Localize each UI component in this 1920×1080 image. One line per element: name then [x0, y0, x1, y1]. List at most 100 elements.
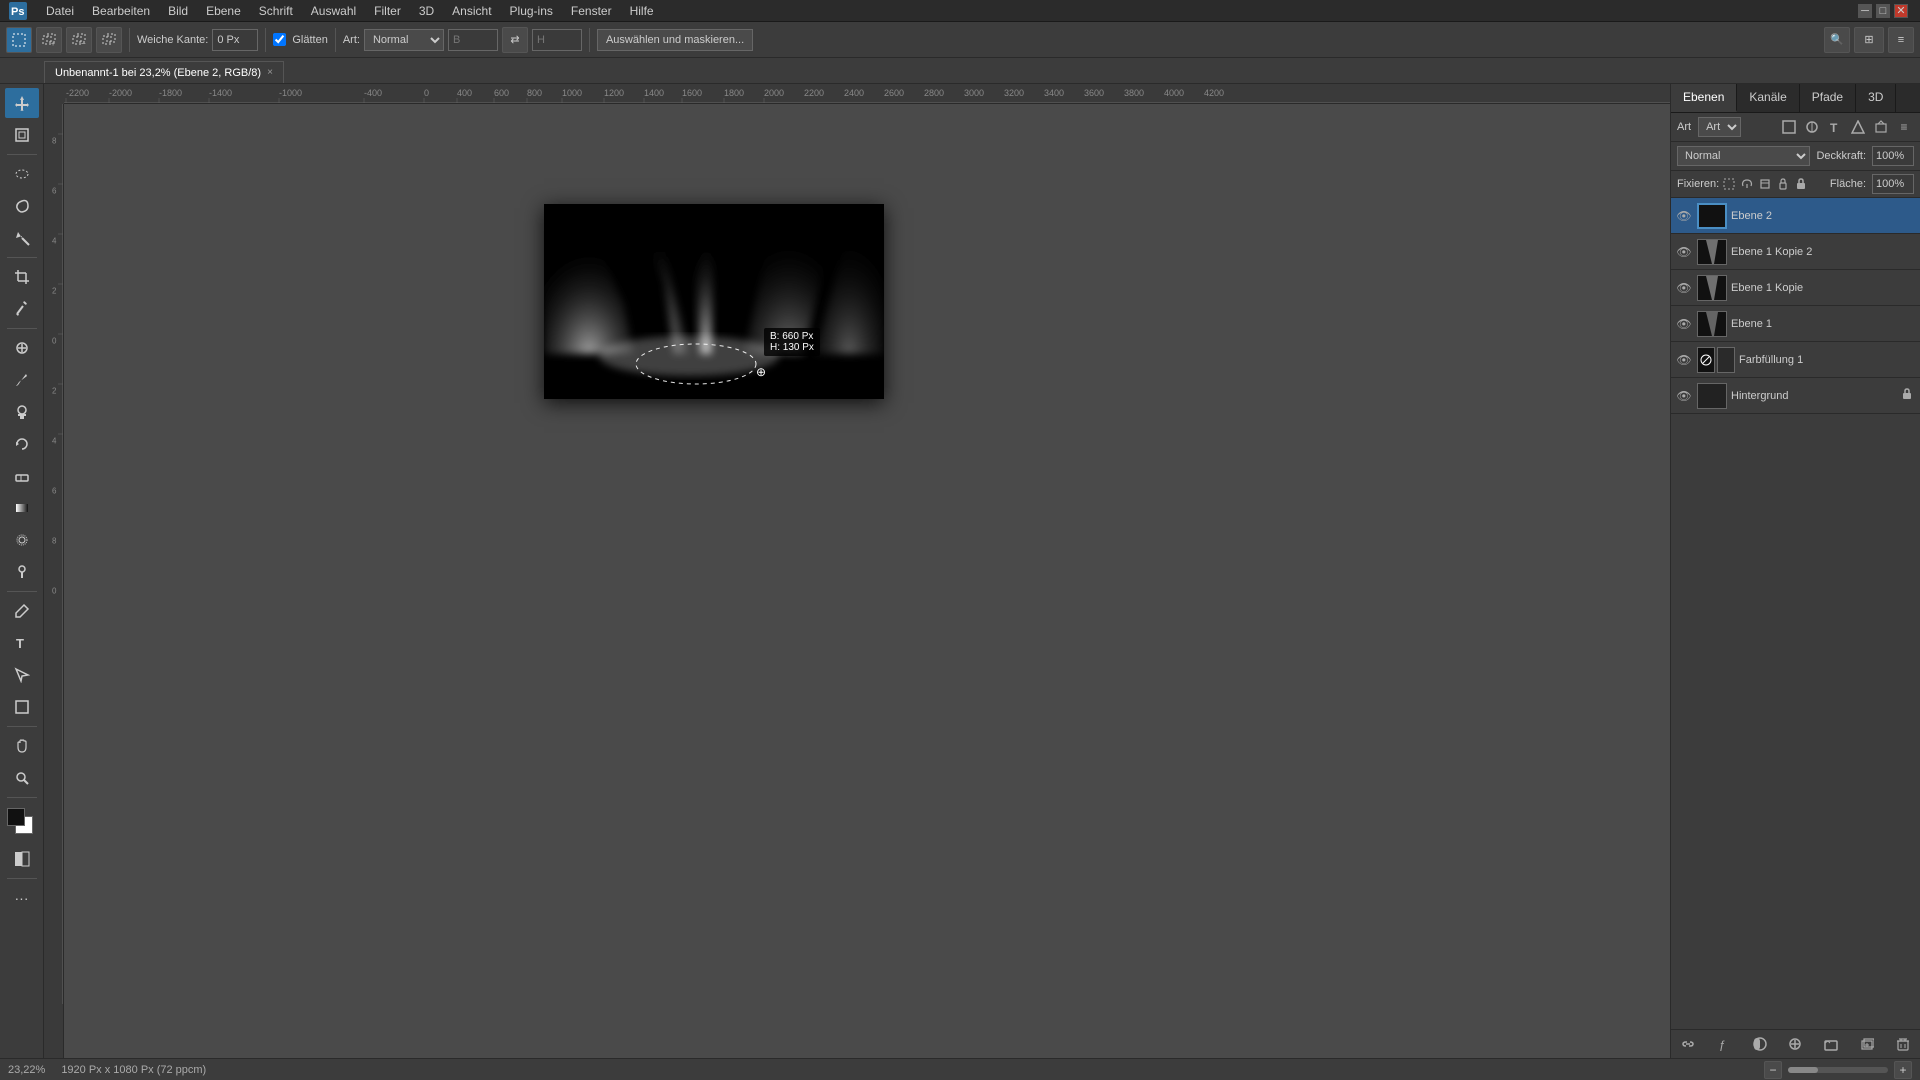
status-zoom-in[interactable]: +: [1894, 1061, 1912, 1079]
menu-plugins[interactable]: Plug-ins: [502, 2, 561, 20]
menu-3d[interactable]: 3D: [411, 2, 442, 20]
foreground-color-swatch[interactable]: [7, 808, 25, 826]
app-logo: Ps: [8, 1, 28, 21]
add-selection-btn[interactable]: +: [36, 27, 62, 53]
tab-channels[interactable]: Kanäle: [1737, 84, 1799, 112]
layer-item-hintergrund[interactable]: 👁 Hintergrund: [1671, 378, 1920, 414]
canvas-main[interactable]: ⊕ B: 660 Px H: 130 Px: [64, 104, 1670, 1058]
menu-ansicht[interactable]: Ansicht: [444, 2, 499, 20]
fill-layer-thumbs: [1697, 347, 1735, 373]
tool-quick-mask[interactable]: [5, 844, 39, 874]
tool-more[interactable]: ···: [5, 883, 39, 913]
tool-blur[interactable]: [5, 525, 39, 555]
menu-ebene[interactable]: Ebene: [198, 2, 249, 20]
menu-datei[interactable]: Datei: [38, 2, 82, 20]
document-tab[interactable]: Unbenannt-1 bei 23,2% (Ebene 2, RGB/8) ×: [44, 61, 284, 83]
window-maximize[interactable]: □: [1876, 4, 1890, 18]
tool-hand[interactable]: [5, 731, 39, 761]
select-mask-btn[interactable]: Auswählen und maskieren...: [597, 29, 753, 51]
tool-history-brush[interactable]: [5, 429, 39, 459]
height-input[interactable]: [532, 29, 582, 51]
lock-position-btn[interactable]: [1775, 176, 1791, 192]
layer-delete-btn[interactable]: [1892, 1034, 1914, 1054]
intersect-selection-btn[interactable]: [96, 27, 122, 53]
tool-marquee[interactable]: [5, 159, 39, 189]
smooth-checkbox[interactable]: [273, 33, 286, 46]
tool-healing[interactable]: [5, 333, 39, 363]
tool-zoom[interactable]: [5, 763, 39, 793]
menu-schrift[interactable]: Schrift: [251, 2, 301, 20]
lock-image-btn[interactable]: [1739, 176, 1755, 192]
width-input[interactable]: [448, 29, 498, 51]
soft-edge-input[interactable]: [212, 29, 258, 51]
layer-style-btn[interactable]: ƒ: [1713, 1034, 1735, 1054]
subtract-selection-btn[interactable]: −: [66, 27, 92, 53]
window-minimize[interactable]: ─: [1858, 4, 1872, 18]
menu-bild[interactable]: Bild: [160, 2, 196, 20]
tab-3d[interactable]: 3D: [1856, 84, 1896, 112]
lock-artboard-btn[interactable]: [1757, 176, 1773, 192]
panel-menu-btn[interactable]: ≡: [1894, 117, 1914, 137]
swap-dimensions-btn[interactable]: ⇄: [502, 27, 528, 53]
tool-pen[interactable]: [5, 596, 39, 626]
filter-pixel-btn[interactable]: [1779, 117, 1799, 137]
tool-text[interactable]: T: [5, 628, 39, 658]
new-selection-btn[interactable]: [6, 27, 32, 53]
filter-adjustment-btn[interactable]: [1802, 117, 1822, 137]
tool-move[interactable]: [5, 88, 39, 118]
kind-select[interactable]: Art: [1698, 117, 1741, 137]
tool-gradient[interactable]: [5, 493, 39, 523]
tool-artboard[interactable]: [5, 120, 39, 150]
layer-visibility-ebene1kopie[interactable]: 👁: [1675, 279, 1693, 297]
lock-transparent-btn[interactable]: [1721, 176, 1737, 192]
layer-item-ebene1kopie[interactable]: 👁 Ebene 1 Kopie: [1671, 270, 1920, 306]
fill-input[interactable]: [1872, 174, 1914, 194]
tab-paths[interactable]: Pfade: [1800, 84, 1856, 112]
menu-bearbeiten[interactable]: Bearbeiten: [84, 2, 158, 20]
tool-crop[interactable]: [5, 262, 39, 292]
options-btn[interactable]: ≡: [1888, 27, 1914, 53]
style-select[interactable]: Normal Fest Festes Verhältnis: [364, 29, 444, 51]
tool-eyedropper[interactable]: [5, 294, 39, 324]
layer-visibility-hintergrund[interactable]: 👁: [1675, 387, 1693, 405]
filter-text-btn[interactable]: T: [1825, 117, 1845, 137]
layer-new-btn[interactable]: [1856, 1034, 1878, 1054]
layer-visibility-ebene2[interactable]: 👁: [1675, 207, 1693, 225]
tool-dodge[interactable]: [5, 557, 39, 587]
filter-shape-btn[interactable]: [1848, 117, 1868, 137]
layer-link-btn[interactable]: [1677, 1034, 1699, 1054]
layer-visibility-farbfuellung1[interactable]: 👁: [1675, 351, 1693, 369]
layer-item-ebene2[interactable]: 👁 Ebene 2: [1671, 198, 1920, 234]
tool-selection-path[interactable]: [5, 660, 39, 690]
lock-all-btn[interactable]: [1793, 176, 1809, 192]
layer-visibility-ebene1[interactable]: 👁: [1675, 315, 1693, 333]
zoom-slider[interactable]: [1788, 1067, 1888, 1073]
tool-stamp[interactable]: [5, 397, 39, 427]
layer-item-ebene1[interactable]: 👁 Ebene 1: [1671, 306, 1920, 342]
layer-group-btn[interactable]: [1820, 1034, 1842, 1054]
window-close[interactable]: ✕: [1894, 4, 1908, 18]
menu-auswahl[interactable]: Auswahl: [303, 2, 364, 20]
opacity-input[interactable]: [1872, 146, 1914, 166]
blend-mode-select[interactable]: Normal Multiplizieren Negativ multiplizi…: [1677, 146, 1810, 166]
tool-lasso[interactable]: [5, 191, 39, 221]
layer-mask-btn[interactable]: [1749, 1034, 1771, 1054]
status-zoom-out[interactable]: −: [1764, 1061, 1782, 1079]
tab-close-btn[interactable]: ×: [267, 67, 273, 78]
search-btn[interactable]: 🔍: [1824, 27, 1850, 53]
tool-eraser[interactable]: [5, 461, 39, 491]
workspace-btn[interactable]: ⊞: [1854, 27, 1884, 53]
layer-item-farbfuellung1[interactable]: 👁 Farbfüllung 1: [1671, 342, 1920, 378]
layer-visibility-ebene1kopie2[interactable]: 👁: [1675, 243, 1693, 261]
filter-smart-btn[interactable]: [1871, 117, 1891, 137]
tool-shape[interactable]: [5, 692, 39, 722]
menu-hilfe[interactable]: Hilfe: [622, 2, 662, 20]
tab-layers[interactable]: Ebenen: [1671, 84, 1737, 112]
menu-fenster[interactable]: Fenster: [563, 2, 620, 20]
menu-filter[interactable]: Filter: [366, 2, 409, 20]
tool-magic-wand[interactable]: [5, 223, 39, 253]
layer-item-ebene1kopie2[interactable]: 👁 Ebene 1 Kopie 2: [1671, 234, 1920, 270]
layer-adjustment-btn[interactable]: [1784, 1034, 1806, 1054]
tool-brush[interactable]: [5, 365, 39, 395]
svg-text:3200: 3200: [1004, 88, 1024, 98]
